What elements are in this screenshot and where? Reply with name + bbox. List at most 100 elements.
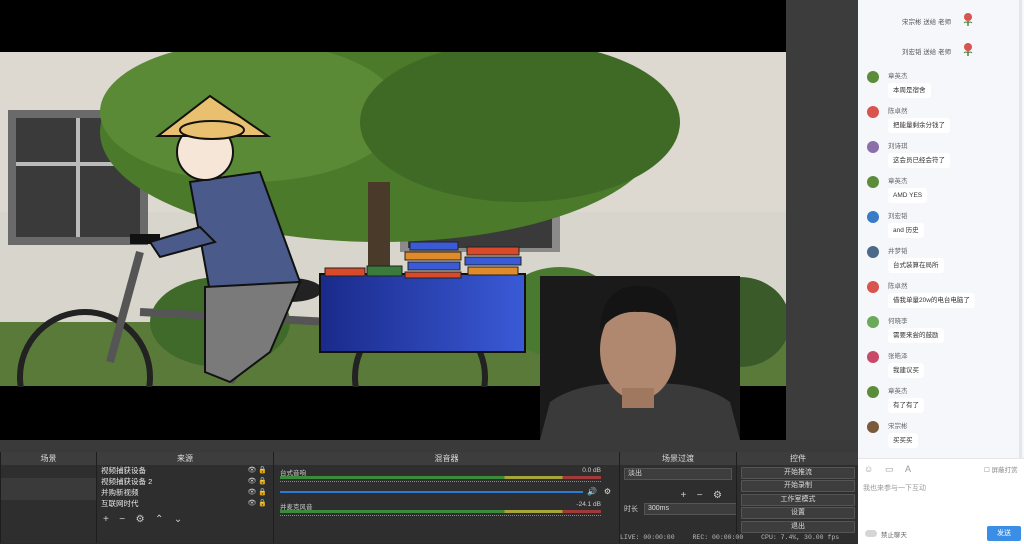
- sources-panel: 来源 视频捕获设备 👁 🔒 视频捕获设备 2 👁 🔒 并购新视频 👁 🔒 互联网时代 👁…: [96, 452, 273, 543]
- meter-ticks: [280, 481, 601, 486]
- mute-chat-label: 禁止聊天: [881, 532, 907, 539]
- message-bubble: and 历史: [888, 223, 924, 238]
- cpu-status: CPU: 7.4%, 30.00 fps: [761, 534, 840, 541]
- send-button[interactable]: 发送: [987, 526, 1021, 541]
- gift-text: 宋宗彬 送给 老师: [902, 19, 952, 26]
- chat-input-area: ☺ ▭ A ☐ 屏蔽打赏 我也来参与一下互动 禁止聊天 发送: [858, 458, 1024, 544]
- preview-right-gutter: [786, 0, 858, 440]
- exit-button[interactable]: 退出: [741, 520, 855, 533]
- gear-icon[interactable]: ⚙: [136, 514, 145, 525]
- message-bubble: 买买买: [888, 433, 918, 448]
- preview-area[interactable]: [0, 0, 786, 440]
- message-author: 宋宗彬: [888, 423, 908, 430]
- message-author: 章英杰: [888, 178, 908, 185]
- message-bubble: 本周是宿舍: [888, 83, 931, 98]
- message-bubble: 需要来尝的鼓励: [888, 328, 944, 343]
- chat-message: 章英杰 有了有了: [858, 383, 1024, 418]
- mute-chat-toggle[interactable]: [865, 530, 877, 537]
- add-icon[interactable]: +: [103, 514, 109, 525]
- block-gifts-checkbox[interactable]: ☐ 屏蔽打赏: [984, 464, 1018, 474]
- rec-status: REC: 00:00:00: [692, 534, 744, 541]
- avatar[interactable]: [867, 421, 879, 433]
- message-author: 井梦韬: [888, 248, 908, 255]
- message-author: 刘宏韬: [888, 213, 908, 220]
- source-item[interactable]: 视频捕获设备 👁 🔒: [97, 465, 273, 476]
- avatar[interactable]: [867, 141, 879, 153]
- speaker-icon[interactable]: 🔊: [587, 487, 597, 496]
- channel-db: -24.1 dB: [576, 501, 601, 508]
- message-author: 陈卓然: [888, 283, 908, 290]
- scenes-panel: 场景: [0, 452, 96, 543]
- avatar[interactable]: [867, 351, 879, 363]
- rose-icon: [963, 13, 973, 26]
- message-bubble: 台式装算在局所: [888, 258, 944, 273]
- gift-message: 刘宏韬 送给 老师: [858, 34, 1024, 64]
- transition-select[interactable]: 淡出: [624, 468, 732, 480]
- avatar[interactable]: [867, 281, 879, 293]
- transitions-header: 场景过渡: [620, 452, 736, 465]
- duration-input[interactable]: 300ms: [644, 503, 737, 515]
- visibility-icon[interactable]: 👁 🔒: [247, 498, 267, 509]
- chat-scrollbar[interactable]: [1019, 0, 1022, 458]
- level-meter: [280, 510, 601, 513]
- avatar[interactable]: [867, 386, 879, 398]
- message-list: 章英杰 本周是宿舍 陈卓然 把能量剩余分钱了 刘诗琪 这会员已经会符了 章英杰 AMD YES…: [858, 68, 1024, 453]
- source-item[interactable]: 互联网时代 👁 🔒: [97, 498, 273, 509]
- image-icon[interactable]: ▭: [885, 464, 894, 475]
- message-bubble: 把能量剩余分钱了: [888, 118, 950, 133]
- add-icon[interactable]: +: [680, 490, 686, 501]
- gear-icon[interactable]: ⚙: [604, 487, 611, 496]
- chat-message: 宋宗彬 买买买: [858, 418, 1024, 453]
- chat-list[interactable]: 宋宗彬 送给 老师 刘宏韬 送给 老师 章英杰 本周是宿舍 陈卓然 把能量剩余分钱了刘…: [858, 0, 1024, 458]
- message-bubble: AMD YES: [888, 188, 928, 203]
- avatar[interactable]: [867, 316, 879, 328]
- remove-icon[interactable]: −: [697, 490, 703, 501]
- block-gifts-label: 屏蔽打赏: [991, 467, 1018, 474]
- source-label: 视频捕获设备: [101, 466, 146, 475]
- scenes-header: 场景: [1, 452, 96, 465]
- remove-icon[interactable]: −: [119, 514, 125, 525]
- avatar[interactable]: [867, 211, 879, 223]
- mixer-header: 混音器: [274, 452, 619, 465]
- start-streaming-button[interactable]: 开始推流: [741, 466, 855, 479]
- visibility-icon[interactable]: 👁 🔒: [247, 487, 267, 498]
- settings-button[interactable]: 设置: [741, 507, 855, 519]
- source-item[interactable]: 视频捕获设备 2 👁 🔒: [97, 476, 273, 487]
- gear-icon[interactable]: ⚙: [713, 490, 722, 501]
- transitions-panel: 场景过渡 淡出 + − ⚙ 时长 300ms: [619, 452, 737, 543]
- source-label: 视频捕获设备 2: [101, 477, 153, 486]
- message-author: 章英杰: [888, 73, 908, 80]
- volume-slider[interactable]: [280, 491, 583, 493]
- chevron-up-icon[interactable]: ⌃: [155, 514, 163, 525]
- chat-message: 刘诗琪 这会员已经会符了: [858, 138, 1024, 173]
- source-item[interactable]: 并购新视频 👁 🔒: [97, 487, 273, 498]
- message-bubble: 借我单量20w的电台电脑了: [888, 293, 975, 308]
- message-bubble: 有了有了: [888, 398, 924, 413]
- chevron-down-icon[interactable]: ⌄: [174, 514, 182, 525]
- avatar[interactable]: [867, 246, 879, 258]
- avatar[interactable]: [867, 71, 879, 83]
- avatar[interactable]: [867, 106, 879, 118]
- avatar[interactable]: [867, 176, 879, 188]
- studio-mode-button[interactable]: 工作室模式: [741, 493, 855, 506]
- channel-db: 0.0 dB: [582, 467, 601, 474]
- scene-item[interactable]: [1, 489, 96, 500]
- emoji-icon[interactable]: ☺: [864, 464, 873, 474]
- gift-text: 刘宏韬 送给 老师: [902, 49, 952, 56]
- chat-input[interactable]: 我也来参与一下互动: [863, 483, 926, 493]
- chat-message: 井梦韬台式装算在局所: [858, 243, 1024, 278]
- visibility-icon[interactable]: 👁 🔒: [247, 476, 267, 487]
- message-author: 章英杰: [888, 388, 908, 395]
- chat-message: 张皓泽 我建议买: [858, 348, 1024, 383]
- visibility-icon[interactable]: 👁 🔒: [247, 465, 267, 476]
- mixer-channel-1: 台式音响 0.0 dB: [274, 465, 619, 487]
- chat-message: 陈卓然借我单量20w的电台电脑了: [858, 278, 1024, 313]
- font-icon[interactable]: A: [905, 464, 911, 474]
- start-recording-button[interactable]: 开始录制: [741, 480, 855, 492]
- chat-message: 章英杰 本周是宿舍: [858, 68, 1024, 103]
- webcam-overlay: [540, 276, 740, 440]
- rose-icon: [963, 43, 973, 56]
- message-author: 张皓泽: [888, 353, 908, 360]
- message-author: 刘诗琪: [888, 143, 908, 150]
- scene-item-selected[interactable]: [1, 478, 96, 489]
